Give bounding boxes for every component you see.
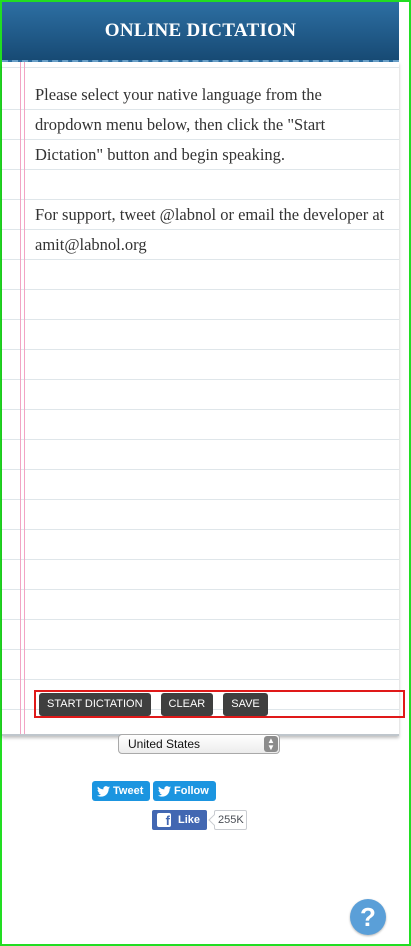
dictation-text-area[interactable]: Please select your native language from …	[2, 62, 399, 736]
margin-line	[20, 62, 21, 734]
instructions-text: Please select your native language from …	[35, 85, 326, 164]
tweet-button[interactable]: Tweet	[92, 781, 151, 801]
follow-button[interactable]: Follow	[153, 781, 216, 801]
page-title: ONLINE DICTATION	[104, 20, 297, 41]
help-button[interactable]: ?	[350, 899, 386, 935]
support-text: For support, tweet @labnol or email the …	[35, 205, 385, 254]
follow-label: Follow	[174, 785, 209, 797]
like-label: Like	[178, 814, 201, 826]
twitter-bird-icon	[158, 785, 171, 797]
clear-button[interactable]: CLEAR	[160, 692, 214, 716]
dictation-text[interactable]: Please select your native language from …	[35, 80, 387, 290]
tweet-label: Tweet	[113, 785, 144, 797]
action-toolbar: START DICTATION CLEAR SAVE	[34, 690, 405, 718]
start-dictation-button[interactable]: START DICTATION	[39, 692, 151, 716]
question-mark-icon: ?	[360, 901, 376, 932]
updown-arrows-icon: ▲ ▼	[264, 736, 278, 752]
facebook-like-button[interactable]: f Like	[152, 810, 208, 830]
twitter-bird-icon	[97, 785, 110, 797]
like-count-badge: 255K	[214, 810, 247, 830]
facebook-f-icon: f	[157, 813, 171, 827]
language-select[interactable]: United States ▲ ▼	[118, 734, 280, 754]
like-count: 255K	[218, 814, 244, 826]
save-button[interactable]: SAVE	[223, 692, 268, 716]
header-bar: ONLINE DICTATION	[2, 2, 399, 62]
language-select-value: United States	[128, 737, 201, 751]
margin-line	[24, 62, 25, 734]
